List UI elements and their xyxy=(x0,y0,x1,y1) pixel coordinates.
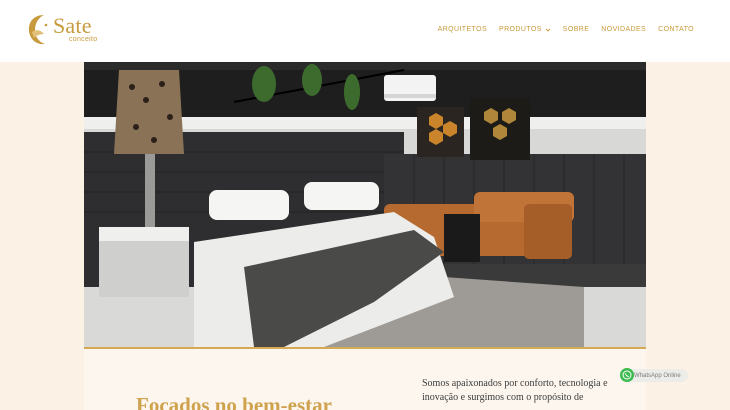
nav-item-arquitetos[interactable]: ARQUITETOS xyxy=(438,26,487,33)
main-navigation: ARQUITETOS PRODUTOS SOBRE NOVIDADES CONT… xyxy=(438,26,694,33)
nav-item-contato[interactable]: CONTATO xyxy=(658,26,694,33)
phone-icon xyxy=(622,370,632,380)
logo-mark-icon xyxy=(28,15,48,45)
nav-item-novidades[interactable]: NOVIDADES xyxy=(601,26,646,33)
site-header: Sate conceito ARQUITETOS PRODUTOS SOBRE … xyxy=(0,0,730,62)
whatsapp-icon[interactable] xyxy=(620,368,634,382)
whatsapp-label: WhatsApp Online xyxy=(634,372,681,379)
intro-headline: Focados no bem-estar xyxy=(136,393,332,410)
nav-label: PRODUTOS xyxy=(499,26,542,33)
nav-label: ARQUITETOS xyxy=(437,26,488,33)
nav-label: NOVIDADES xyxy=(601,26,647,33)
brand-logo[interactable]: Sate conceito xyxy=(26,12,102,48)
nav-item-sobre[interactable]: SOBRE xyxy=(563,26,590,33)
brand-tagline: conceito xyxy=(69,36,98,43)
chevron-down-icon xyxy=(545,28,551,32)
nav-item-produtos[interactable]: PRODUTOS xyxy=(499,26,551,33)
hero-image xyxy=(84,62,646,347)
nav-label: CONTATO xyxy=(658,26,694,33)
intro-paragraph: Somos apaixonados por conforto, tecnolog… xyxy=(422,378,608,403)
intro-section: Focados no bem-estar Somos apaixonados p… xyxy=(84,349,646,410)
nav-label: SOBRE xyxy=(562,26,590,33)
bedroom-showroom-illustration xyxy=(84,62,646,347)
